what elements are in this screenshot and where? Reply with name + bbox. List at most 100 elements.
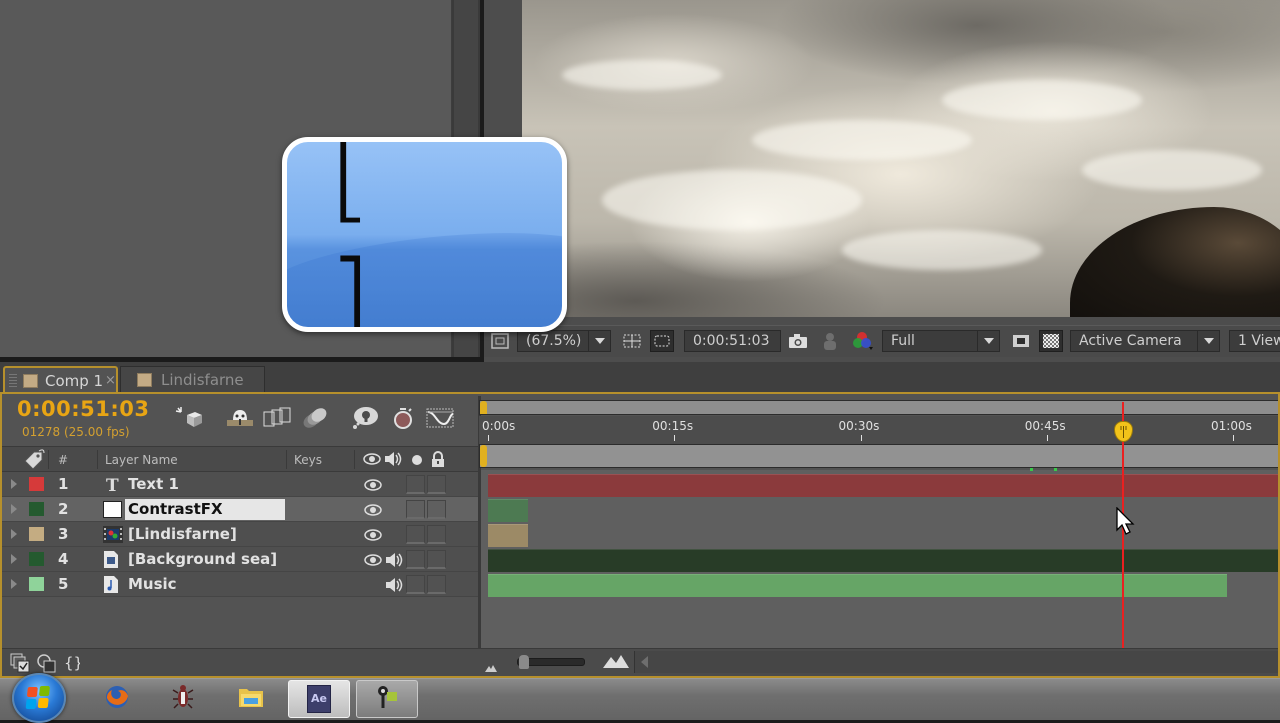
layer-row-2[interactable]: 2 ContrastFX	[2, 497, 478, 522]
label-color-swatch[interactable]	[29, 577, 44, 591]
motion-blur-icon[interactable]	[300, 405, 330, 431]
layer-row-1[interactable]: 1 T Text 1	[2, 472, 478, 497]
video-eye-header-icon[interactable]	[363, 452, 381, 469]
zoom-slider-knob[interactable]	[518, 655, 529, 669]
layer-duration-bar[interactable]	[488, 524, 528, 547]
taskbar-after-effects[interactable]: Ae	[288, 680, 350, 718]
snapshot-camera-icon[interactable]	[786, 330, 810, 352]
timeline-horizontal-scrollbar[interactable]	[634, 651, 1280, 673]
shy-layers-icon[interactable]	[225, 405, 255, 431]
expression-brackets-icon[interactable]: {}	[64, 653, 83, 677]
frame-blending-icon[interactable]	[262, 405, 292, 431]
layer-duration-bar[interactable]	[488, 499, 528, 522]
shy-switch[interactable]	[406, 525, 425, 544]
lock-switch[interactable]	[427, 475, 446, 494]
layer-row-3[interactable]: 3 [Lindisfarne]	[2, 522, 478, 547]
magnification-dropdown[interactable]: (67.5%)	[517, 330, 611, 352]
shy-switch[interactable]	[406, 500, 425, 519]
taskbar-file-explorer[interactable]	[220, 680, 282, 718]
resolution-dropdown[interactable]: Full	[882, 330, 1000, 352]
expand-triangle-icon[interactable]	[11, 504, 17, 514]
zoom-out-mountain-icon[interactable]	[484, 658, 498, 677]
tab-label: Comp 1	[45, 372, 104, 390]
layer-row-5[interactable]: 5 Music	[2, 572, 478, 597]
camera-view-dropdown[interactable]: Active Camera	[1070, 330, 1220, 352]
layer-name-header[interactable]: Layer Name	[105, 453, 178, 467]
speaker-icon[interactable]	[384, 577, 404, 597]
eye-icon[interactable]	[364, 478, 382, 496]
layer-duration-bar[interactable]	[488, 549, 1280, 572]
navigator-start-handle[interactable]	[480, 401, 487, 414]
eye-icon[interactable]	[364, 503, 382, 521]
layer-name[interactable]: Text 1	[128, 475, 179, 493]
solid-layer-icon	[103, 501, 122, 518]
time-ruler[interactable]	[479, 416, 1280, 444]
region-of-interest-icon[interactable]	[650, 330, 674, 352]
label-color-swatch[interactable]	[29, 477, 44, 491]
taskbar-firefox[interactable]	[86, 680, 148, 718]
taskbar-key-tool[interactable]	[356, 680, 418, 718]
composition-footage-frame[interactable]	[522, 0, 1280, 317]
label-color-swatch[interactable]	[29, 502, 44, 516]
keys-header[interactable]: Keys	[294, 453, 322, 467]
label-column-tag-icon[interactable]	[22, 449, 46, 472]
audio-speaker-header-icon[interactable]	[383, 451, 403, 470]
lock-switch[interactable]	[427, 500, 446, 519]
expand-triangle-icon[interactable]	[11, 529, 17, 539]
windows-start-button[interactable]	[12, 673, 66, 723]
close-icon[interactable]: ×	[105, 368, 116, 394]
fast-previews-icon[interactable]	[1009, 330, 1033, 352]
view-layout-dropdown[interactable]: 1 View	[1229, 330, 1280, 352]
lock-switch[interactable]	[427, 550, 446, 569]
show-snapshot-icon[interactable]	[818, 330, 842, 352]
tab-comp-1[interactable]: Comp 1 ×	[3, 366, 118, 394]
shy-switch[interactable]	[406, 550, 425, 569]
grid-guides-icon[interactable]	[620, 330, 644, 352]
rgb-channels-icon[interactable]	[850, 330, 874, 352]
label-color-swatch[interactable]	[29, 552, 44, 566]
scroll-left-arrow-icon[interactable]	[641, 656, 648, 668]
transparency-grid-icon[interactable]	[1039, 330, 1063, 352]
work-area-bar[interactable]	[479, 444, 1280, 468]
graph-editor-icon[interactable]	[425, 405, 455, 431]
solo-header-icon[interactable]	[411, 454, 423, 469]
current-time-display[interactable]: 0:00:51:03	[684, 330, 781, 352]
lock-switch[interactable]	[427, 575, 446, 594]
eye-icon[interactable]	[364, 553, 382, 571]
speaker-icon[interactable]	[384, 552, 404, 572]
panel-grip-icon[interactable]	[9, 374, 17, 388]
layer-name[interactable]: [Background sea]	[128, 550, 277, 568]
taskbar-bug-app[interactable]	[152, 680, 214, 718]
work-area-start-handle[interactable]	[480, 445, 487, 467]
layer-name[interactable]: [Lindisfarne]	[128, 525, 237, 543]
expand-triangle-icon[interactable]	[11, 554, 17, 564]
zoom-in-mountain-icon[interactable]	[602, 653, 630, 673]
expand-triangle-icon[interactable]	[11, 479, 17, 489]
eye-icon[interactable]	[364, 528, 382, 546]
layer-list-empty-area[interactable]	[2, 597, 478, 647]
layer-row-4[interactable]: 4 [Background sea]	[2, 547, 478, 572]
lock-switch[interactable]	[427, 525, 446, 544]
layer-number-header[interactable]: #	[58, 453, 68, 467]
auto-keyframe-stopwatch-icon[interactable]	[388, 405, 418, 431]
toggle-switches-icon[interactable]	[10, 653, 30, 677]
layer-name[interactable]: Music	[128, 575, 177, 593]
lock-header-icon[interactable]	[431, 451, 445, 470]
tab-lindisfarne[interactable]: Lindisfarne	[120, 366, 265, 394]
layer-duration-bar[interactable]	[488, 474, 1280, 497]
live-update-3d-icon[interactable]	[175, 405, 205, 431]
shy-switch[interactable]	[406, 575, 425, 594]
ruler-tick-label: 00:45s	[1024, 419, 1066, 433]
label-color-swatch[interactable]	[29, 527, 44, 541]
expand-triangle-icon[interactable]	[11, 579, 17, 589]
brainstorm-icon[interactable]	[350, 405, 380, 431]
shy-switch[interactable]	[406, 475, 425, 494]
keyframe-marker	[1054, 468, 1057, 471]
time-navigator[interactable]	[479, 400, 1280, 415]
layer-duration-bar[interactable]	[488, 574, 1227, 597]
ruler-tick	[674, 435, 676, 441]
current-time-display[interactable]: 0:00:51:03	[17, 397, 149, 421]
always-preview-icon[interactable]	[488, 330, 512, 352]
layer-name[interactable]: ContrastFX	[128, 500, 223, 518]
current-time-indicator[interactable]	[1113, 421, 1133, 442]
